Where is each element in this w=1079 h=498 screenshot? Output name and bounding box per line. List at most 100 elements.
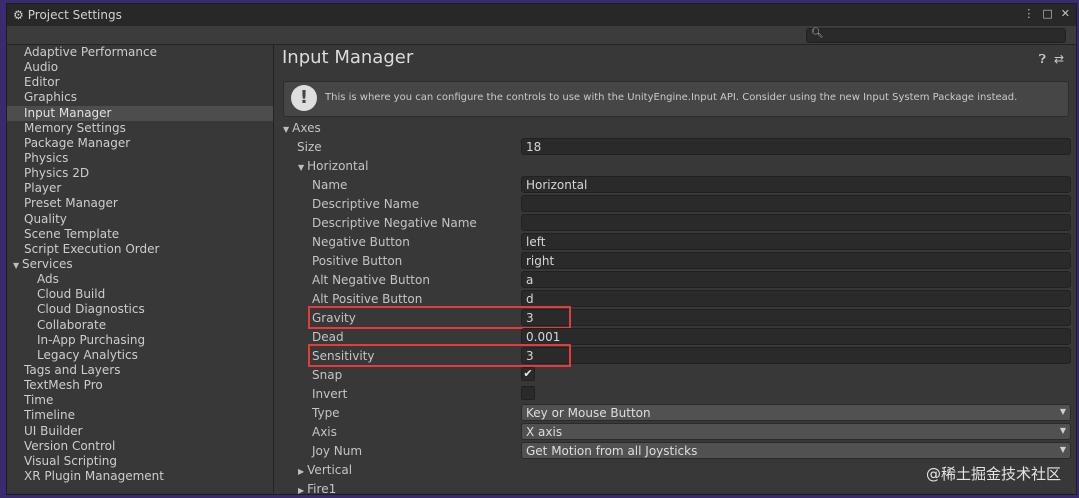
sidebar-item-cloud-diagnostics[interactable]: Cloud Diagnostics — [7, 302, 273, 317]
sidebar-item-label: Time — [24, 393, 54, 408]
dead-label: Dead — [312, 330, 344, 344]
sidebar-item-tags-and-layers[interactable]: Tags and Layers — [7, 363, 273, 378]
sidebar-item-input-manager[interactable]: Input Manager — [7, 105, 273, 121]
gravity-field[interactable]: 3 — [521, 309, 1071, 326]
collapsed-arrow-icon: ▶ — [298, 467, 305, 476]
search-icon: 🔍︎ — [811, 28, 824, 39]
sidebar-item-label: Cloud Build — [37, 287, 106, 302]
help-icon[interactable]: ❓︎ — [1039, 52, 1046, 67]
dead-field[interactable]: 0.001 — [521, 328, 1071, 345]
type-row: Type Key or Mouse Button ▼ — [274, 404, 1076, 423]
alt-negative-button-value: a — [526, 273, 534, 287]
sidebar-item-services[interactable]: ▼ Services — [7, 257, 273, 272]
sidebar-item-ui-builder[interactable]: UI Builder — [7, 424, 273, 439]
descriptive-name-row: Descriptive Name — [274, 195, 1076, 214]
positive-button-value: right — [526, 254, 555, 268]
name-value: Horizontal — [526, 178, 588, 192]
sidebar-item-xr-plugin-management[interactable]: XR Plugin Management — [7, 469, 273, 484]
chevron-down-icon: ▼ — [1059, 407, 1066, 416]
sidebar-item-label: Version Control — [24, 438, 116, 453]
sidebar-item-graphics[interactable]: Graphics — [7, 90, 273, 105]
window-title: Project Settings — [27, 8, 122, 22]
sidebar-item-script-execution-order[interactable]: Script Execution Order — [7, 242, 273, 257]
collapsed-arrow-icon: ▶ — [298, 486, 305, 495]
sidebar-item-ads[interactable]: Ads — [7, 272, 273, 287]
sidebar-item-label: Timeline — [24, 408, 76, 423]
sidebar-item-label: Package Manager — [24, 135, 131, 150]
sidebar-item-in-app-purchasing[interactable]: In-App Purchasing — [7, 333, 273, 348]
size-row: Size 18 — [274, 138, 1076, 157]
size-value: 18 — [526, 140, 542, 154]
chevron-down-icon: ▼ — [1059, 426, 1066, 435]
type-value: Key or Mouse Button — [526, 406, 651, 420]
snap-checkbox[interactable]: ✔ — [521, 367, 535, 381]
chevron-down-icon: ▼ — [1059, 445, 1066, 454]
joy-num-dropdown[interactable]: Get Motion from all Joysticks ▼ — [521, 442, 1071, 459]
more-options-icon[interactable]: ⋮ — [1023, 7, 1034, 20]
sidebar-item-version-control[interactable]: Version Control — [7, 439, 273, 454]
sidebar-item-collaborate[interactable]: Collaborate — [7, 318, 273, 333]
sidebar-item-cloud-build[interactable]: Cloud Build — [7, 287, 273, 302]
highlight-box — [308, 306, 571, 329]
joy-num-row: Joy Num Get Motion from all Joysticks ▼ — [274, 442, 1076, 461]
sidebar-item-visual-scripting[interactable]: Visual Scripting — [7, 454, 273, 469]
sidebar-item-legacy-analytics[interactable]: Legacy Analytics — [7, 348, 273, 363]
sidebar-item-audio[interactable]: Audio — [7, 60, 273, 75]
settings-menu-icon[interactable]: ⇄ — [1054, 52, 1064, 67]
axis-value: X axis — [526, 425, 563, 439]
axis-dropdown[interactable]: X axis ▼ — [521, 423, 1071, 440]
invert-checkbox[interactable] — [521, 386, 535, 400]
snap-row: Snap ✔ — [274, 366, 1076, 385]
sidebar-item-label: Adaptive Performance — [24, 45, 157, 59]
alt-positive-button-field[interactable]: d — [521, 290, 1071, 307]
axis-row: Axis X axis ▼ — [274, 423, 1076, 442]
type-label: Type — [312, 406, 340, 420]
horizontal-foldout[interactable]: ▼ Horizontal — [274, 157, 1076, 176]
sensitivity-field[interactable]: 3 — [521, 347, 1071, 364]
descriptive-name-field[interactable] — [521, 195, 1071, 212]
search-input[interactable]: 🔍︎ — [806, 28, 1066, 43]
sidebar-item-preset-manager[interactable]: Preset Manager — [7, 196, 273, 211]
sidebar-item-time[interactable]: Time — [7, 393, 273, 408]
sidebar-item-player[interactable]: Player — [7, 181, 273, 196]
positive-button-field[interactable]: right — [521, 252, 1071, 269]
type-dropdown[interactable]: Key or Mouse Button ▼ — [521, 404, 1071, 421]
positive-button-row: Positive Button right — [274, 252, 1076, 271]
sidebar-item-label: In-App Purchasing — [37, 332, 146, 347]
sidebar-item-label: XR Plugin Management — [24, 468, 164, 483]
size-field[interactable]: 18 — [521, 138, 1071, 155]
sidebar-item-label: TextMesh Pro — [24, 378, 103, 393]
joy-num-label: Joy Num — [312, 444, 363, 458]
info-text: This is where you can configure the cont… — [325, 92, 1018, 103]
joy-num-value: Get Motion from all Joysticks — [526, 444, 698, 458]
negative-button-row: Negative Button left — [274, 233, 1076, 252]
sidebar-item-textmesh-pro[interactable]: TextMesh Pro — [7, 378, 273, 393]
sidebar-item-label: Quality — [24, 211, 67, 226]
sidebar-item-memory-settings[interactable]: Memory Settings — [7, 121, 273, 136]
axes-foldout[interactable]: ▼ Axes — [274, 119, 1076, 138]
alt-negative-button-field[interactable]: a — [521, 271, 1071, 288]
sidebar-item-timeline[interactable]: Timeline — [7, 408, 273, 423]
sidebar-item-quality[interactable]: Quality — [7, 212, 273, 227]
window-tab[interactable]: ⚙ Project Settings — [7, 4, 122, 26]
sidebar-item-label: Editor — [24, 75, 60, 90]
sidebar-item-editor[interactable]: Editor — [7, 75, 273, 90]
name-row: Name Horizontal — [274, 176, 1076, 195]
name-field[interactable]: Horizontal — [521, 176, 1071, 193]
fire1-label: Fire1 — [307, 482, 337, 495]
alt-positive-button-label: Alt Positive Button — [312, 292, 423, 306]
negative-button-field[interactable]: left — [521, 233, 1071, 250]
descriptive-negative-name-field[interactable] — [521, 214, 1071, 231]
input-manager-panel: Input Manager ❓︎ ⇄ ! This is where you c… — [274, 45, 1076, 494]
toolbar: 🔍︎ — [7, 26, 1076, 45]
maximize-icon[interactable]: □ — [1042, 7, 1052, 20]
close-icon[interactable]: ✕ — [1061, 7, 1070, 20]
sidebar-item-adaptive-performance[interactable]: Adaptive Performance — [7, 45, 273, 60]
page-title: Input Manager — [282, 47, 414, 68]
sidebar-item-scene-template[interactable]: Scene Template — [7, 227, 273, 242]
sidebar-item-physics-2d[interactable]: Physics 2D — [7, 166, 273, 181]
sidebar-item-package-manager[interactable]: Package Manager — [7, 136, 273, 151]
sidebar-item-physics[interactable]: Physics — [7, 151, 273, 166]
highlight-box — [308, 344, 571, 367]
size-label: Size — [297, 140, 322, 154]
